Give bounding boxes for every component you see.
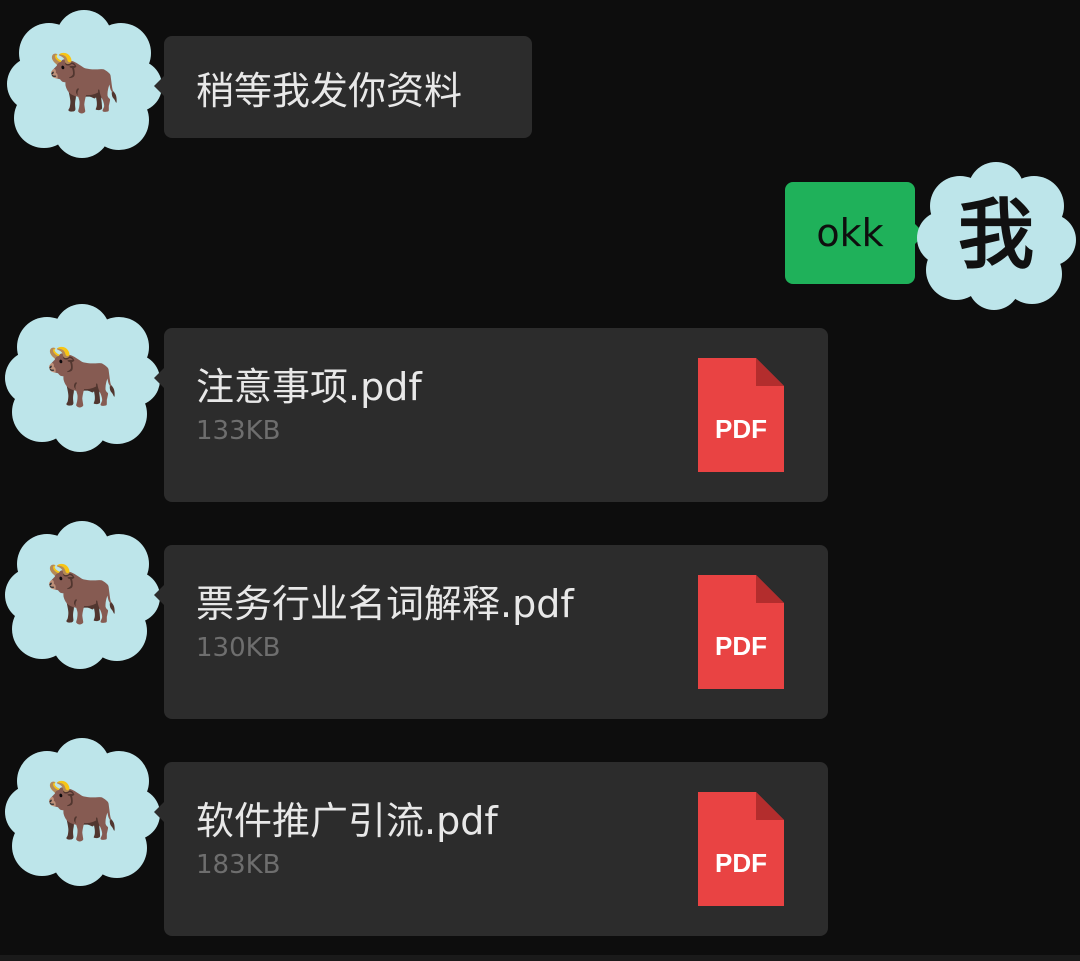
message-text: 稍等我发你资料 <box>196 68 463 113</box>
file-message-bubble[interactable]: 软件推广引流.pdf 183KB PDF <box>154 762 828 936</box>
cow-icon: 🐂 <box>46 48 122 118</box>
message-text: okk <box>816 211 884 255</box>
file-name: 注意事项.pdf <box>196 365 422 409</box>
file-message-bubble[interactable]: 票务行业名词解释.pdf 130KB PDF <box>154 545 828 719</box>
file-size: 130KB <box>196 633 281 663</box>
avatar-other[interactable]: 🐂 <box>2 736 162 886</box>
me-character-icon: 我 <box>958 190 1034 279</box>
pdf-label: PDF <box>715 848 767 878</box>
my-message-bubble[interactable]: okk <box>785 182 925 284</box>
pdf-file-icon: PDF <box>698 792 784 906</box>
cow-icon: 🐂 <box>44 776 120 846</box>
cow-icon: 🐂 <box>44 559 120 629</box>
avatar-other[interactable]: 🐂 <box>2 302 162 452</box>
cow-icon: 🐂 <box>44 342 120 412</box>
pdf-label: PDF <box>715 414 767 444</box>
pdf-file-icon: PDF <box>698 358 784 472</box>
avatar-other[interactable]: 🐂 <box>2 519 162 669</box>
bottom-divider <box>0 955 1080 961</box>
avatar-other[interactable]: 🐂 <box>4 8 164 158</box>
message-bubble[interactable]: 稍等我发你资料 <box>154 36 532 138</box>
avatar-me[interactable]: 我 <box>914 160 1078 310</box>
pdf-label: PDF <box>715 631 767 661</box>
file-name: 软件推广引流.pdf <box>196 799 498 843</box>
chat-view: 🐂 稍等我发你资料 okk 我 🐂 注意事项.pdf 133KB PDF 🐂 票… <box>0 0 1080 961</box>
file-message-bubble[interactable]: 注意事项.pdf 133KB PDF <box>154 328 828 502</box>
file-size: 133KB <box>196 416 281 446</box>
file-name: 票务行业名词解释.pdf <box>196 582 574 626</box>
file-size: 183KB <box>196 850 281 880</box>
pdf-file-icon: PDF <box>698 575 784 689</box>
